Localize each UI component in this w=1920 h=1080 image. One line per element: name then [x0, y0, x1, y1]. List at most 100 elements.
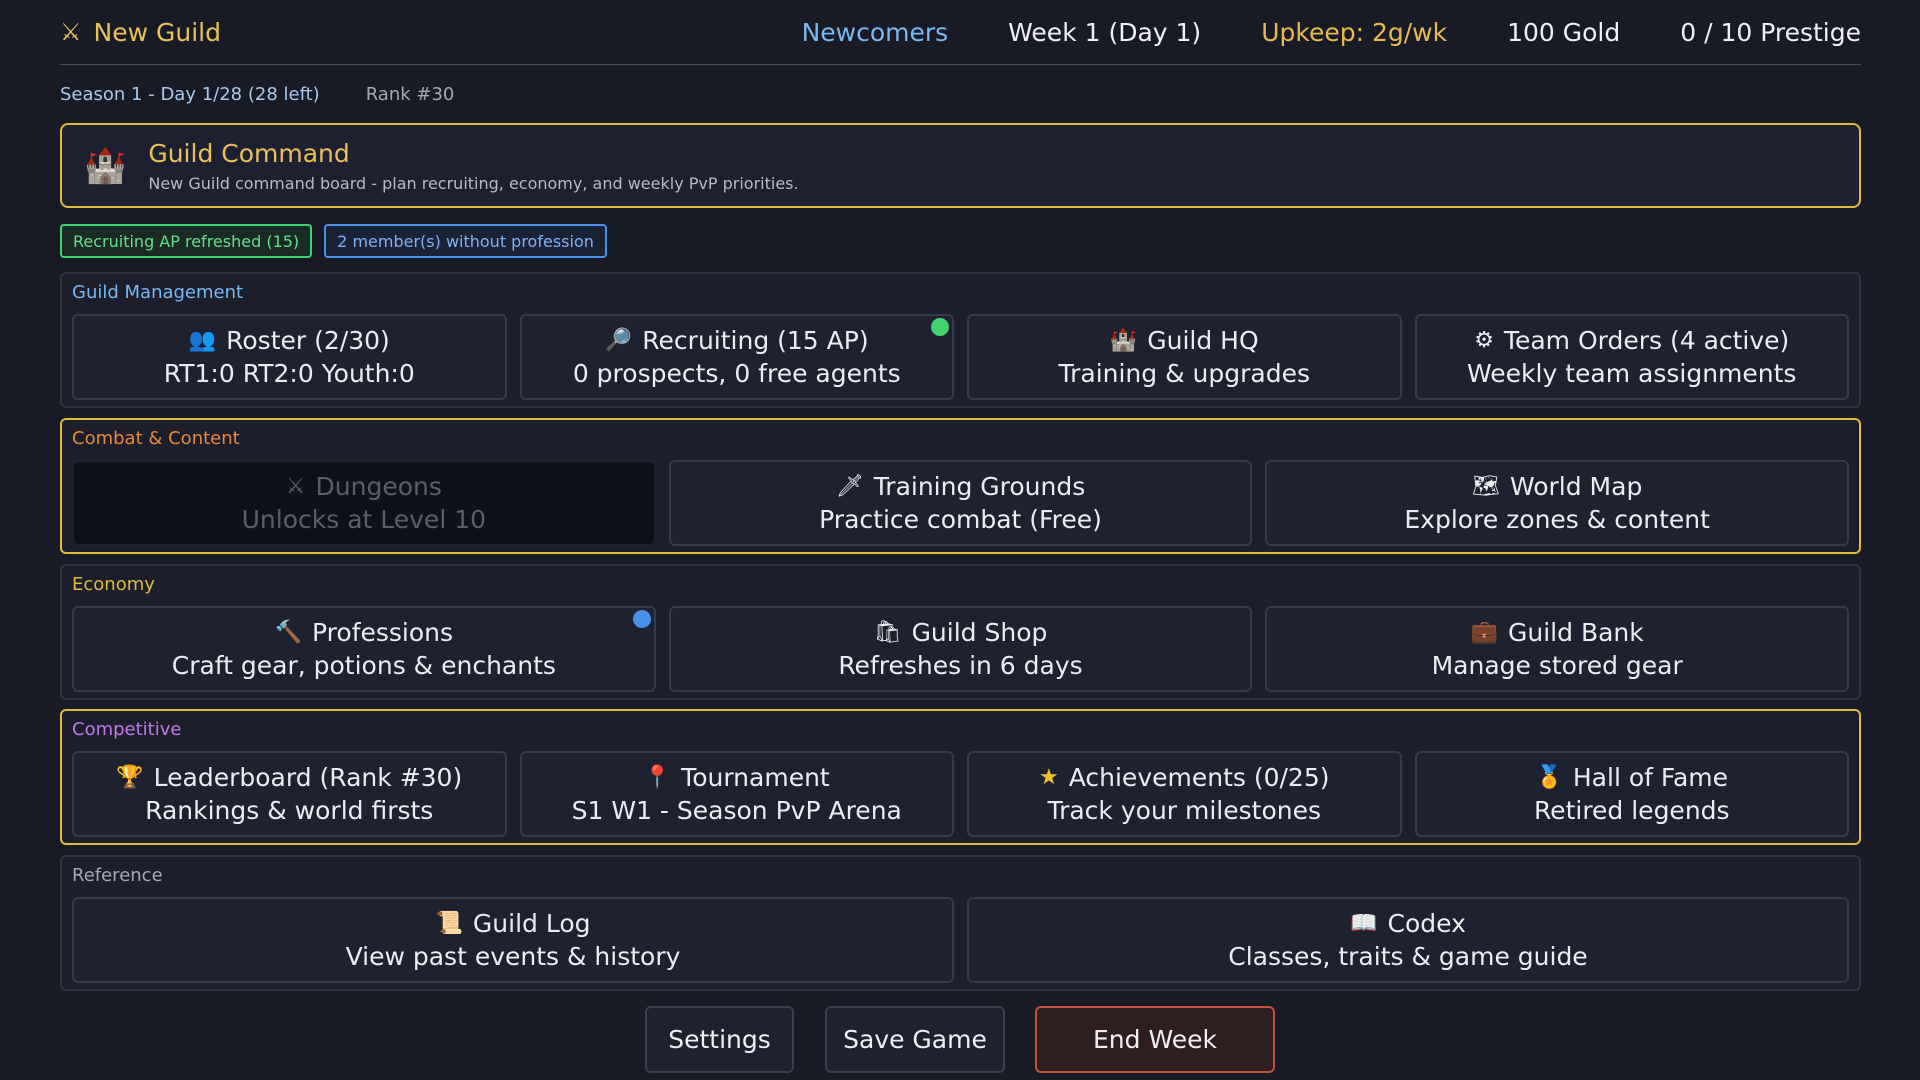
no-profession-badge[interactable]: 2 member(s) without profession	[324, 224, 607, 258]
hall-of-fame-button[interactable]: 🏅 Hall of Fame Retired legends	[1415, 751, 1850, 837]
command-title: Guild Command	[148, 139, 798, 168]
training-grounds-button[interactable]: 🗡 Training Grounds Practice combat (Free)	[669, 460, 1253, 546]
crossed-swords-icon: ⚔	[286, 474, 306, 499]
card-subtitle: Unlocks at Level 10	[242, 505, 486, 534]
card-title: Professions	[312, 618, 453, 647]
card-title: Guild Shop	[912, 618, 1048, 647]
card-title: Guild Bank	[1508, 618, 1644, 647]
codex-button[interactable]: 📖 Codex Classes, traits & game guide	[967, 897, 1849, 983]
section-reference: Reference 📜 Guild Log View past events & …	[60, 855, 1861, 991]
star-icon: ★	[1039, 765, 1059, 790]
upkeep-label: Upkeep: 2g/wk	[1261, 18, 1447, 47]
castle-icon: 🏰	[1110, 328, 1137, 353]
guild-command-banner: 🏰 Guild Command New Guild command board …	[60, 123, 1861, 208]
medal-icon: 🏅	[1535, 765, 1562, 790]
card-subtitle: Explore zones & content	[1404, 505, 1710, 534]
card-title: Tournament	[681, 763, 830, 792]
save-game-button[interactable]: Save Game	[825, 1006, 1005, 1073]
card-title: Training Grounds	[874, 472, 1086, 501]
section-competitive: Competitive 🏆 Leaderboard (Rank #30) Rank…	[60, 709, 1861, 845]
notification-dot	[931, 318, 949, 336]
card-title: Roster (2/30)	[226, 326, 390, 355]
section-title: Competitive	[72, 719, 181, 740]
achievements-button[interactable]: ★ Achievements (0/25) Track your mileston…	[967, 751, 1402, 837]
card-title: Team Orders (4 active)	[1504, 326, 1789, 355]
card-title: Dungeons	[316, 472, 442, 501]
world-map-button[interactable]: 🗺 World Map Explore zones & content	[1265, 460, 1849, 546]
magnifier-icon: 🔎	[605, 328, 632, 353]
leaderboard-button[interactable]: 🏆 Leaderboard (Rank #30) Rankings & world…	[72, 751, 507, 837]
notification-dot	[633, 610, 651, 628]
tournament-button[interactable]: 📍 Tournament S1 W1 - Season PvP Arena	[520, 751, 955, 837]
card-title: Codex	[1388, 909, 1466, 938]
season-line: Season 1 - Day 1/28 (28 left) Rank #30	[60, 84, 454, 105]
people-icon: 👥	[189, 328, 216, 353]
guild-hq-button[interactable]: 🏰 Guild HQ Training & upgrades	[967, 314, 1402, 400]
recruiting-refreshed-badge: Recruiting AP refreshed (15)	[60, 224, 312, 258]
rank-label: Rank #30	[366, 84, 455, 105]
map-icon: 🗺	[1472, 474, 1500, 499]
card-subtitle: Manage stored gear	[1432, 651, 1683, 680]
gear-icon: ⚙	[1474, 328, 1494, 353]
card-subtitle: RT1:0 RT2:0 Youth:0	[164, 359, 415, 388]
card-subtitle: Retired legends	[1534, 796, 1730, 825]
guild-shop-button[interactable]: 🛍 Guild Shop Refreshes in 6 days	[669, 606, 1253, 692]
card-subtitle: S1 W1 - Season PvP Arena	[572, 796, 902, 825]
section-economy: Economy 🔨 Professions Craft gear, potions…	[60, 564, 1861, 700]
header-stats: Newcomers Week 1 (Day 1) Upkeep: 2g/wk 1…	[742, 18, 1861, 47]
book-icon: 📖	[1350, 911, 1377, 936]
card-title: Guild Log	[473, 909, 591, 938]
sword-icon: 🗡	[836, 474, 864, 499]
status-badges: Recruiting AP refreshed (15) 2 member(s)…	[60, 224, 607, 258]
card-title: Recruiting (15 AP)	[642, 326, 868, 355]
pin-icon: 📍	[644, 765, 671, 790]
castle-icon: 🏰	[84, 146, 126, 186]
card-subtitle: Classes, traits & game guide	[1228, 942, 1587, 971]
recruiting-button[interactable]: 🔎 Recruiting (15 AP) 0 prospects, 0 free …	[520, 314, 955, 400]
card-subtitle: Practice combat (Free)	[819, 505, 1102, 534]
settings-button[interactable]: Settings	[645, 1006, 794, 1073]
guild-brand: ⚔ New Guild	[60, 18, 221, 47]
prestige-label: 0 / 10 Prestige	[1680, 18, 1861, 47]
card-subtitle: Track your milestones	[1047, 796, 1321, 825]
card-subtitle: Rankings & world firsts	[145, 796, 433, 825]
scroll-icon: 📜	[436, 911, 463, 936]
section-title: Combat & Content	[72, 428, 240, 449]
card-subtitle: Weekly team assignments	[1467, 359, 1796, 388]
team-orders-button[interactable]: ⚙ Team Orders (4 active) Weekly team assi…	[1415, 314, 1850, 400]
command-description: New Guild command board - plan recruitin…	[148, 174, 798, 193]
roster-button[interactable]: 👥 Roster (2/30) RT1:0 RT2:0 Youth:0	[72, 314, 507, 400]
section-combat-content: Combat & Content ⚔ Dungeons Unlocks at Le…	[60, 418, 1861, 554]
guild-tier-label: Newcomers	[802, 18, 949, 47]
card-title: Guild HQ	[1147, 326, 1258, 355]
card-title: Achievements (0/25)	[1069, 763, 1330, 792]
crossed-swords-icon: ⚔	[60, 18, 82, 46]
card-title: Leaderboard (Rank #30)	[154, 763, 463, 792]
hammer-icon: 🔨	[275, 620, 302, 645]
gold-label: 100 Gold	[1507, 18, 1620, 47]
card-title: Hall of Fame	[1573, 763, 1728, 792]
section-title: Economy	[72, 574, 155, 595]
guild-bank-button[interactable]: 💼 Guild Bank Manage stored gear	[1265, 606, 1849, 692]
card-title: World Map	[1510, 472, 1642, 501]
trophy-icon: 🏆	[116, 765, 143, 790]
guild-name: New Guild	[94, 18, 221, 47]
card-subtitle: View past events & history	[346, 942, 681, 971]
briefcase-icon: 💼	[1471, 620, 1498, 645]
guild-log-button[interactable]: 📜 Guild Log View past events & history	[72, 897, 954, 983]
card-subtitle: Training & upgrades	[1059, 359, 1311, 388]
section-guild-management: Guild Management 👥 Roster (2/30) RT1:0 RT…	[60, 272, 1861, 408]
season-label: Season 1 - Day 1/28 (28 left)	[60, 84, 320, 105]
card-subtitle: Refreshes in 6 days	[838, 651, 1082, 680]
top-bar: ⚔ New Guild Newcomers Week 1 (Day 1) Upk…	[60, 0, 1861, 65]
shopping-bags-icon: 🛍	[874, 620, 902, 645]
footer-actions: Settings Save Game End Week	[0, 1006, 1920, 1073]
card-subtitle: Craft gear, potions & enchants	[172, 651, 556, 680]
section-title: Guild Management	[72, 282, 243, 303]
section-title: Reference	[72, 865, 163, 886]
week-label: Week 1 (Day 1)	[1008, 18, 1201, 47]
professions-button[interactable]: 🔨 Professions Craft gear, potions & encha…	[72, 606, 656, 692]
card-subtitle: 0 prospects, 0 free agents	[573, 359, 901, 388]
dungeons-button[interactable]: ⚔ Dungeons Unlocks at Level 10	[72, 460, 656, 546]
end-week-button[interactable]: End Week	[1035, 1006, 1275, 1073]
